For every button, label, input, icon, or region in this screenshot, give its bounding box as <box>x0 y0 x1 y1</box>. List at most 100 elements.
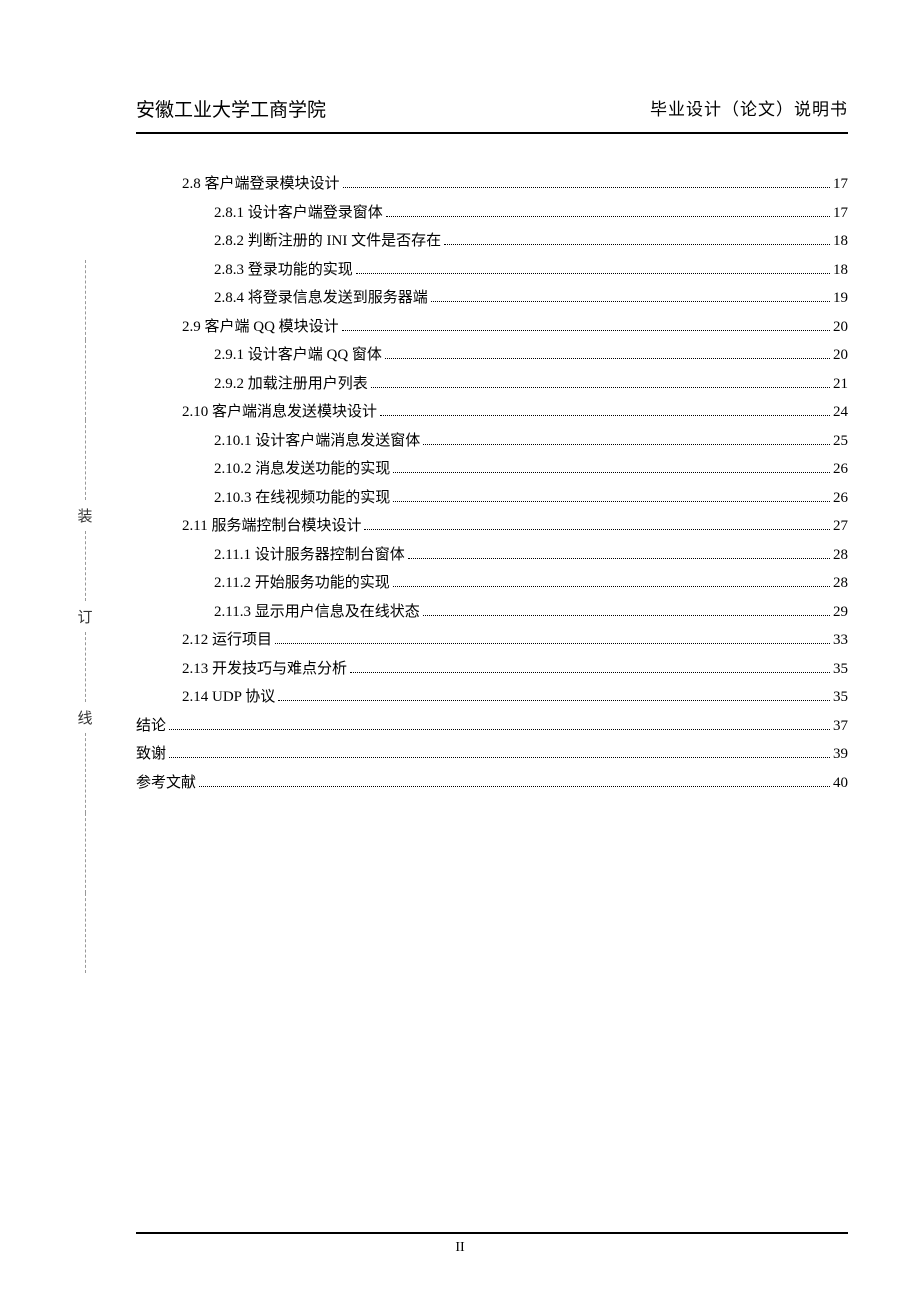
footer-rule <box>136 1232 848 1234</box>
binding-dash <box>85 340 86 420</box>
toc-leader-dots <box>342 330 830 331</box>
toc-label: 2.8.3 登录功能的实现 <box>214 256 353 285</box>
toc-label: 2.10.3 在线视频功能的实现 <box>214 484 390 513</box>
toc-leader-dots <box>343 187 830 188</box>
toc-leader-dots <box>423 615 830 616</box>
toc-page-number: 26 <box>833 455 848 484</box>
binding-dash <box>85 260 86 340</box>
page-header: 安徽工业大学工商学院 毕业设计（论文）说明书 <box>136 95 848 132</box>
toc-label: 2.11.3 显示用户信息及在线状态 <box>214 598 420 627</box>
toc-entry: 致谢39 <box>136 740 848 769</box>
toc-entry: 2.8.3 登录功能的实现 18 <box>136 256 848 285</box>
table-of-contents: 2.8 客户端登录模块设计 172.8.1 设计客户端登录窗体172.8.2 判断… <box>136 170 848 797</box>
toc-leader-dots <box>431 301 830 302</box>
toc-entry: 2.10.1 设计客户端消息发送窗体 25 <box>136 427 848 456</box>
page-number: II <box>0 1240 920 1256</box>
toc-leader-dots <box>393 586 830 587</box>
toc-page-number: 20 <box>833 313 848 342</box>
toc-label: 2.10.2 消息发送功能的实现 <box>214 455 390 484</box>
binding-dash <box>85 632 86 702</box>
binding-dash <box>85 893 86 973</box>
toc-leader-dots <box>393 501 830 502</box>
toc-entry: 2.11.1 设计服务器控制台窗体28 <box>136 541 848 570</box>
toc-entry: 2.9 客户端 QQ 模块设计 20 <box>136 313 848 342</box>
toc-page-number: 33 <box>833 626 848 655</box>
toc-page-number: 19 <box>833 284 848 313</box>
binding-dash <box>85 420 86 500</box>
toc-entry: 2.10 客户端消息发送模块设计 24 <box>136 398 848 427</box>
toc-label: 2.8.4 将登录信息发送到服务器端 <box>214 284 428 313</box>
toc-leader-dots <box>385 358 830 359</box>
toc-leader-dots <box>408 558 830 559</box>
toc-leader-dots <box>278 700 830 701</box>
toc-page-number: 29 <box>833 598 848 627</box>
toc-entry: 2.10.2 消息发送功能的实现 26 <box>136 455 848 484</box>
toc-leader-dots <box>199 786 830 787</box>
toc-entry: 2.11.2 开始服务功能的实现 28 <box>136 569 848 598</box>
toc-entry: 结论 37 <box>136 712 848 741</box>
binding-char-ding: 订 <box>77 606 92 627</box>
toc-page-number: 20 <box>833 341 848 370</box>
toc-page-number: 17 <box>833 170 848 199</box>
toc-label: 2.8.2 判断注册的 INI 文件是否存在 <box>214 227 441 256</box>
toc-label: 2.9 客户端 QQ 模块设计 <box>182 313 339 342</box>
toc-label: 2.8.1 设计客户端登录窗体 <box>214 199 383 228</box>
toc-leader-dots <box>444 244 830 245</box>
toc-page-number: 37 <box>833 712 848 741</box>
toc-page-number: 40 <box>833 769 848 798</box>
toc-entry: 参考文献 40 <box>136 769 848 798</box>
toc-entry: 2.10.3 在线视频功能的实现 26 <box>136 484 848 513</box>
toc-leader-dots <box>364 529 830 530</box>
toc-page-number: 35 <box>833 655 848 684</box>
toc-label: 结论 <box>136 712 166 741</box>
toc-entry: 2.14 UDP 协议 35 <box>136 683 848 712</box>
toc-page-number: 18 <box>833 256 848 285</box>
toc-page-number: 24 <box>833 398 848 427</box>
header-doctype: 毕业设计（论文）说明书 <box>650 95 848 122</box>
binding-dash <box>85 733 86 813</box>
toc-label: 2.13 开发技巧与难点分析 <box>182 655 347 684</box>
page-content: 安徽工业大学工商学院 毕业设计（论文）说明书 2.8 客户端登录模块设计172.… <box>136 95 848 797</box>
binding-dash <box>85 813 86 893</box>
toc-leader-dots <box>169 729 830 730</box>
toc-entry: 2.11 服务端控制台模块设计 27 <box>136 512 848 541</box>
toc-entry: 2.8.4 将登录信息发送到服务器端 19 <box>136 284 848 313</box>
toc-entry: 2.8.1 设计客户端登录窗体17 <box>136 199 848 228</box>
toc-label: 致谢 <box>136 740 166 769</box>
toc-entry: 2.9.1 设计客户端 QQ 窗体 20 <box>136 341 848 370</box>
header-institution: 安徽工业大学工商学院 <box>136 95 326 122</box>
toc-leader-dots <box>275 643 830 644</box>
toc-label: 2.9.1 设计客户端 QQ 窗体 <box>214 341 382 370</box>
toc-leader-dots <box>423 444 830 445</box>
toc-label: 2.10.1 设计客户端消息发送窗体 <box>214 427 420 456</box>
toc-label: 2.8 客户端登录模块设计 <box>182 170 340 199</box>
toc-entry: 2.13 开发技巧与难点分析 35 <box>136 655 848 684</box>
binding-char-zhuang: 装 <box>77 505 92 526</box>
toc-page-number: 25 <box>833 427 848 456</box>
toc-entry: 2.11.3 显示用户信息及在线状态 29 <box>136 598 848 627</box>
toc-label: 2.11.2 开始服务功能的实现 <box>214 569 390 598</box>
toc-label: 2.12 运行项目 <box>182 626 272 655</box>
toc-leader-dots <box>350 672 830 673</box>
binding-margin: 装 订 线 <box>75 260 95 973</box>
toc-label: 参考文献 <box>136 769 196 798</box>
toc-label: 2.10 客户端消息发送模块设计 <box>182 398 377 427</box>
toc-page-number: 18 <box>833 227 848 256</box>
toc-entry: 2.8.2 判断注册的 INI 文件是否存在 18 <box>136 227 848 256</box>
toc-label: 2.11 服务端控制台模块设计 <box>182 512 361 541</box>
toc-entry: 2.8 客户端登录模块设计 17 <box>136 170 848 199</box>
toc-page-number: 26 <box>833 484 848 513</box>
toc-entry: 2.12 运行项目 33 <box>136 626 848 655</box>
toc-page-number: 28 <box>833 569 848 598</box>
toc-leader-dots <box>371 387 830 388</box>
toc-page-number: 35 <box>833 683 848 712</box>
toc-leader-dots <box>393 472 830 473</box>
binding-char-xian: 线 <box>77 707 92 728</box>
toc-entry: 2.9.2 加载注册用户列表21 <box>136 370 848 399</box>
toc-leader-dots <box>169 757 830 758</box>
toc-label: 2.9.2 加载注册用户列表 <box>214 370 368 399</box>
toc-leader-dots <box>356 273 830 274</box>
toc-label: 2.14 UDP 协议 <box>182 683 275 712</box>
toc-page-number: 27 <box>833 512 848 541</box>
toc-leader-dots <box>380 415 830 416</box>
